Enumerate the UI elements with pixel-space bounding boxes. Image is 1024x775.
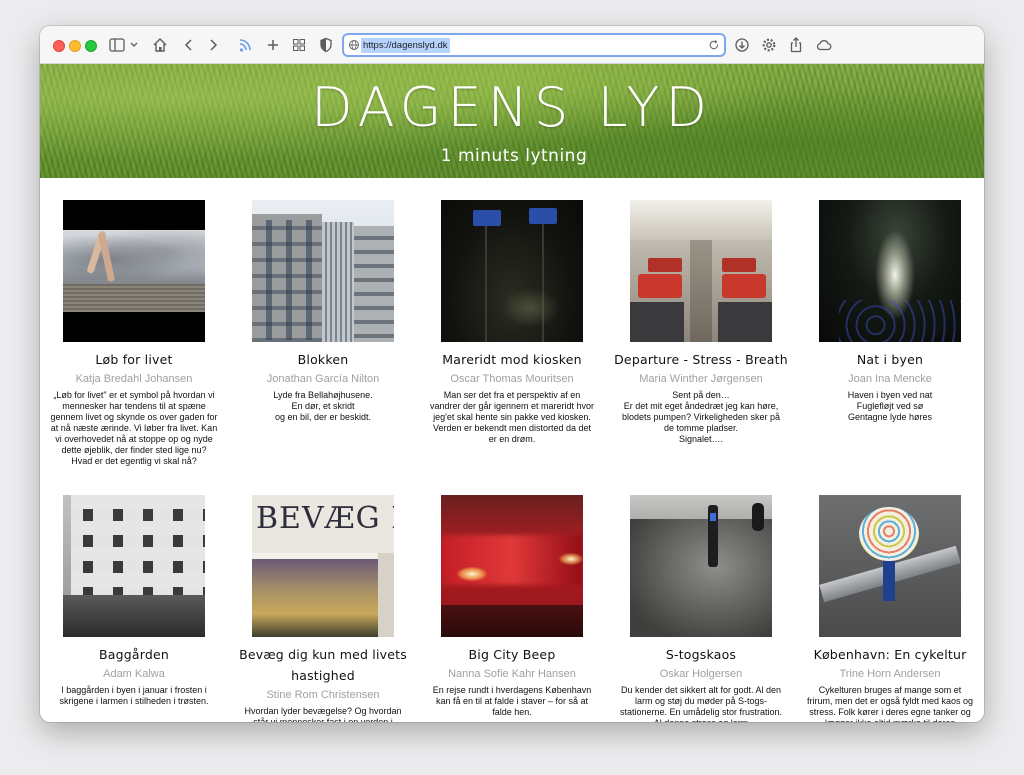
card-title[interactable]: Løb for livet [46, 349, 222, 370]
card-author: Maria Winther Jørgensen [639, 373, 763, 385]
card-description: Man ser det fra et perspektiv af en vand… [429, 390, 595, 444]
share-icon[interactable] [788, 35, 804, 55]
thumbnail-running[interactable] [63, 200, 205, 342]
sound-card[interactable]: Løb for livet Katja Bredahl Johansen „Lø… [46, 200, 222, 467]
card-title[interactable]: Departure - Stress - Breath [613, 349, 789, 370]
card-author: Trine Horn Andersen [839, 668, 941, 680]
card-author: Jonathan García Nilton [266, 373, 380, 385]
card-title[interactable]: Nat i byen [802, 349, 978, 370]
card-description: I baggården i byen i januar i frosten i … [59, 685, 209, 706]
thumbnail-tower-block[interactable] [252, 200, 394, 342]
sound-card[interactable]: BEVÆG D Bevæg dig kun med livets hastigh… [235, 495, 411, 722]
sound-card[interactable]: Nat i byen Joan Ina Mencke Haven i byen … [802, 200, 978, 423]
url-text[interactable]: https://dagenslyd.dk [361, 38, 450, 53]
card-author: Oskar Holgersen [659, 668, 743, 680]
card-description: En rejse rundt i hverdagens København ka… [432, 685, 592, 717]
thumbnail-shop-sign[interactable]: BEVÆG D [252, 495, 394, 637]
card-author: Nanna Sofie Kahr Hansen [448, 668, 576, 680]
card-author: Stine Rom Christensen [266, 689, 380, 701]
card-description: Lyde fra Bellahøjhusene. En dør, et skri… [273, 390, 373, 422]
thumbnail-courtyard[interactable] [63, 495, 205, 637]
card-author: Katja Bredahl Johansen [75, 373, 193, 385]
card-description: Hvordan lyder bevægelse? Og hvordan står… [244, 706, 402, 722]
card-author: Oscar Thomas Mouritsen [450, 373, 574, 385]
card-description: „Løb for livet" er et symbol på hvordan … [50, 390, 218, 466]
site-banner: DAGENS LYD 1 minuts lytning [40, 64, 984, 178]
thumbnail-night-street[interactable] [441, 200, 583, 342]
browser-toolbar: https://dagenslyd.dk [40, 26, 984, 64]
browser-window: https://dagenslyd.dk DAGENS LYD 1 minuts… [40, 26, 984, 722]
card-description: Sent på den… Er det mit eget åndedræt je… [622, 390, 780, 444]
sound-card[interactable]: Blokken Jonathan García Nilton Lyde fra … [235, 200, 411, 423]
close-window-button[interactable] [53, 40, 65, 52]
thumbnail-sign-text: BEVÆG D [256, 501, 394, 536]
card-description: Haven i byen ved nat Fuglefløjt ved sø G… [847, 390, 933, 422]
chevron-down-icon[interactable] [129, 35, 139, 55]
back-icon[interactable] [183, 35, 195, 55]
sound-card[interactable]: Departure - Stress - Breath Maria Winthe… [613, 200, 789, 445]
card-title[interactable]: Mareridt mod kiosken [424, 349, 600, 370]
sound-card[interactable]: København: En cykeltur Trine Horn Anders… [802, 495, 978, 722]
forward-icon[interactable] [207, 35, 219, 55]
cloud-icon[interactable] [815, 35, 833, 55]
card-author: Adam Kalwa [103, 668, 165, 680]
sound-card[interactable]: Baggården Adam Kalwa I baggården i byen … [46, 495, 222, 707]
reload-icon[interactable] [708, 38, 720, 57]
sound-card[interactable]: Big City Beep Nanna Sofie Kahr Hansen En… [424, 495, 600, 718]
grid-icon[interactable] [292, 35, 306, 55]
card-title[interactable]: Blokken [235, 349, 411, 370]
card-title[interactable]: Bevæg dig kun med livets hastighed [235, 644, 411, 686]
card-title[interactable]: S-togskaos [613, 644, 789, 665]
site-subtitle: 1 minuts lytning [440, 146, 588, 166]
zoom-window-button[interactable] [85, 40, 97, 52]
gear-icon[interactable] [761, 35, 777, 55]
address-bar[interactable]: https://dagenslyd.dk [342, 33, 726, 57]
card-description: Cykelturen bruges af mange som et frirum… [806, 685, 974, 722]
download-icon[interactable] [734, 35, 750, 55]
card-title[interactable]: Big City Beep [424, 644, 600, 665]
thumbnail-red-bus-blur[interactable] [441, 495, 583, 637]
thumbnail-train-interior[interactable] [630, 200, 772, 342]
card-author: Joan Ina Mencke [848, 373, 932, 385]
rss-icon[interactable] [238, 35, 254, 55]
site-title: DAGENS LYD [311, 76, 713, 139]
thumbnail-lake-at-night[interactable] [819, 200, 961, 342]
thumbnail-station-platform[interactable] [630, 495, 772, 637]
sound-card[interactable]: Mareridt mod kiosken Oscar Thomas Mourit… [424, 200, 600, 445]
sound-card[interactable]: S-togskaos Oskar Holgersen Du kender det… [613, 495, 789, 722]
card-title[interactable]: København: En cykeltur [802, 644, 978, 665]
globe-icon [348, 38, 360, 57]
home-icon[interactable] [151, 35, 169, 55]
card-description: Du kender det sikkert alt for godt. Al d… [619, 685, 783, 722]
thumbnail-bicycle-bell[interactable] [819, 495, 961, 637]
plus-icon[interactable] [266, 35, 280, 55]
shield-icon[interactable] [319, 35, 333, 55]
card-title[interactable]: Baggården [46, 644, 222, 665]
sidebar-icon[interactable] [109, 35, 125, 55]
sound-grid: Løb for livet Katja Bredahl Johansen „Lø… [40, 178, 984, 722]
minimize-window-button[interactable] [69, 40, 81, 52]
